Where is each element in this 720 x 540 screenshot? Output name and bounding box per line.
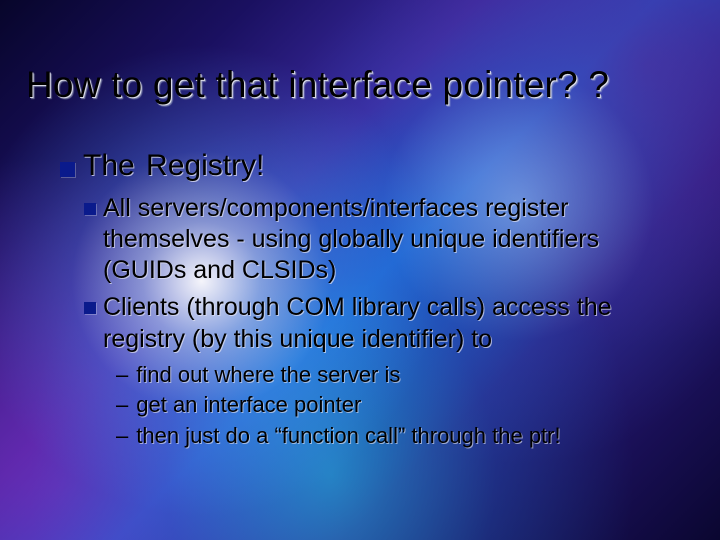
bullet-level3: – then just do a “function call” through… <box>116 422 686 451</box>
dash-icon: – <box>116 391 128 420</box>
slide-title: How to get that interface pointer? ? <box>26 64 720 106</box>
square-bullet-icon <box>60 162 75 177</box>
bullet-level2-text: All servers/components/interfaces regist… <box>103 193 686 287</box>
bullet-level3: – find out where the server is <box>116 361 686 390</box>
bullet-level3-text: find out where the server is <box>136 361 400 390</box>
slide-body: The Registry! All servers/components/int… <box>60 148 686 453</box>
level3-group: – find out where the server is – get an … <box>116 361 686 451</box>
square-bullet-icon <box>84 203 96 215</box>
dash-icon: – <box>116 361 128 390</box>
bullet-level1: The Registry! <box>60 148 686 185</box>
bullet-level2-text: Clients (through COM library calls) acce… <box>103 292 686 355</box>
square-bullet-icon <box>84 302 96 314</box>
dash-icon: – <box>116 422 128 451</box>
level2-group: All servers/components/interfaces regist… <box>84 193 686 355</box>
bullet-level2: All servers/components/interfaces regist… <box>84 193 686 287</box>
bullet-level3: – get an interface pointer <box>116 391 686 420</box>
slide: How to get that interface pointer? ? The… <box>0 0 720 540</box>
bullet-level3-text: then just do a “function call” through t… <box>136 422 560 451</box>
bullet-level1-text: The Registry! <box>83 148 264 185</box>
bullet-level2: Clients (through COM library calls) acce… <box>84 292 686 355</box>
bullet-level3-text: get an interface pointer <box>136 391 361 420</box>
